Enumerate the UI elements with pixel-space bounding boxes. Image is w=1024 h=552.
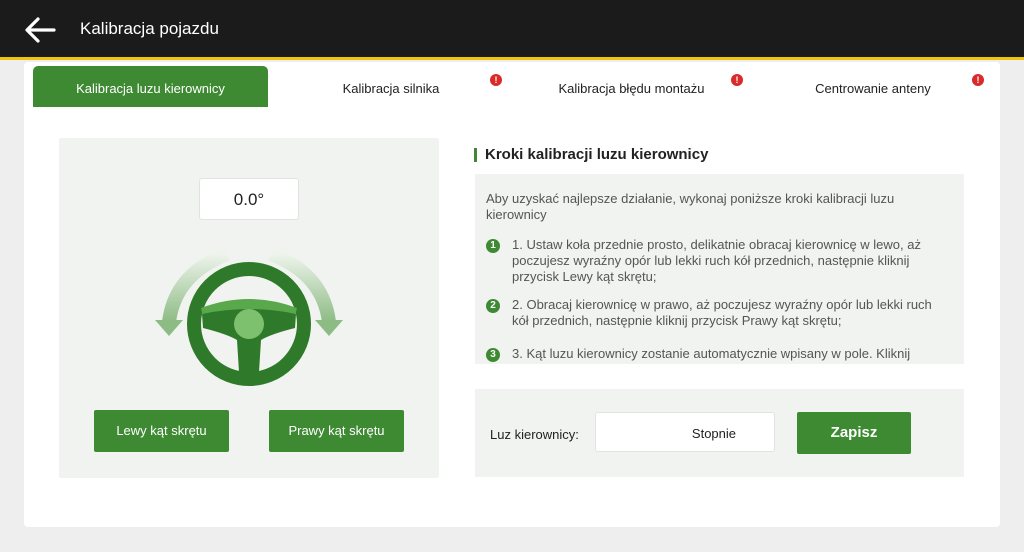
left-turn-angle-button[interactable]: Lewy kąt skrętu bbox=[94, 410, 229, 452]
calibration-card: Kalibracja luzu kierownicy Kalibracja si… bbox=[24, 62, 1000, 527]
app-header: Kalibracja pojazdu bbox=[0, 0, 1024, 57]
back-arrow-icon[interactable] bbox=[22, 14, 58, 46]
header-accent-line bbox=[0, 57, 1024, 60]
tab-bar: Kalibracja luzu kierownicy Kalibracja si… bbox=[24, 66, 1000, 107]
warning-icon: ! bbox=[972, 74, 984, 86]
step-text: 3. Kąt luzu kierownicy zostanie automaty… bbox=[512, 346, 911, 364]
instructions-title: Kroki kalibracji luzu kierownicy bbox=[474, 147, 708, 162]
tab-antenna-centering[interactable]: Centrowanie anteny bbox=[757, 66, 989, 107]
save-button[interactable]: Zapisz bbox=[797, 412, 911, 454]
tab-steering-play-calibration[interactable]: Kalibracja luzu kierownicy bbox=[33, 66, 268, 107]
steering-play-input[interactable]: Stopnie bbox=[595, 412, 775, 452]
step-text: 1. Ustaw koła przednie prosto, delikatni… bbox=[512, 237, 921, 284]
step-text: 2. Obracaj kierownicę w prawo, aż poczuj… bbox=[512, 297, 932, 328]
steering-play-form: Luz kierownicy: Stopnie Zapisz bbox=[475, 389, 964, 477]
steering-play-label: Luz kierownicy: bbox=[490, 427, 579, 442]
step-number-badge: 1 bbox=[486, 239, 500, 253]
tab-engine-calibration[interactable]: Kalibracja silnika bbox=[276, 66, 506, 107]
steering-wheel-icon bbox=[155, 247, 343, 386]
warning-icon: ! bbox=[490, 74, 502, 86]
step-number-badge: 3 bbox=[486, 348, 500, 362]
instructions-intro: Aby uzyskać najlepsze działanie, wykonaj… bbox=[486, 191, 895, 222]
instructions-box[interactable]: Aby uzyskać najlepsze działanie, wykonaj… bbox=[475, 174, 964, 364]
warning-icon: ! bbox=[731, 74, 743, 86]
right-turn-angle-button[interactable]: Prawy kąt skrętu bbox=[269, 410, 404, 452]
steering-angle-display: 0.0° bbox=[199, 178, 299, 220]
steering-panel: 0.0° Lewy kąt skrętu Prawy kąt skrętu bbox=[59, 138, 439, 478]
step-number-badge: 2 bbox=[486, 299, 500, 313]
page-title: Kalibracja pojazdu bbox=[80, 19, 219, 38]
tab-mounting-error-calibration[interactable]: Kalibracja błędu montażu bbox=[514, 66, 749, 107]
